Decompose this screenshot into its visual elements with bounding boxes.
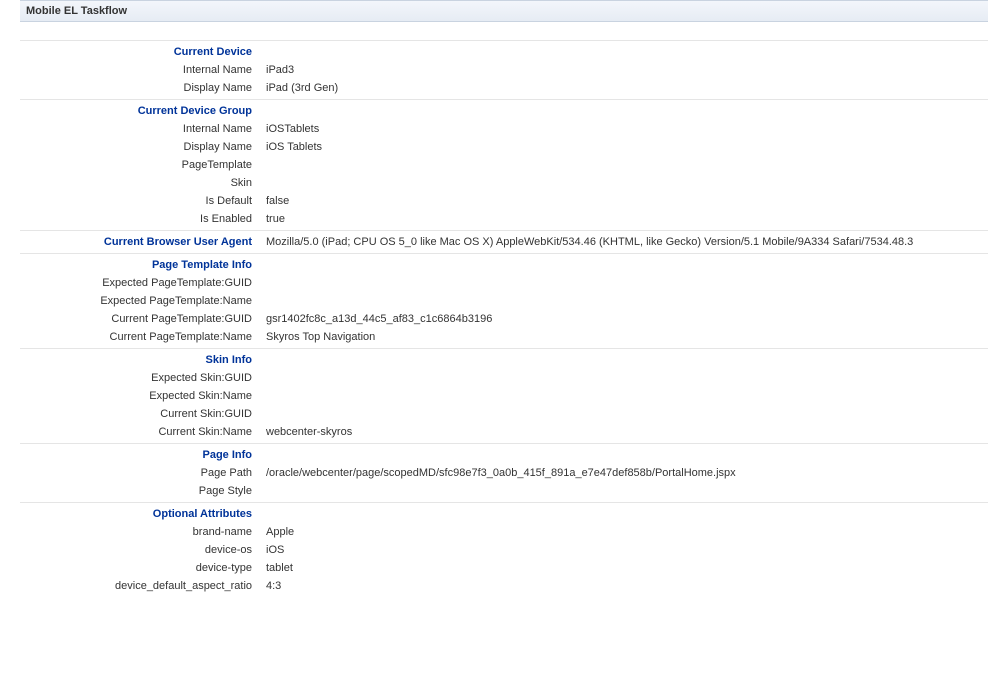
label-expected-skin-name: Expected Skin:Name bbox=[20, 387, 262, 405]
heading-skin-info: Skin Info bbox=[20, 351, 262, 369]
value-current-skin-name: webcenter-skyros bbox=[262, 423, 988, 441]
label-page-style: Page Style bbox=[20, 482, 262, 500]
value-aspect-ratio: 4:3 bbox=[262, 577, 988, 595]
value-device-os: iOS bbox=[262, 541, 988, 559]
section-current-device-group: Current Device Group Internal Name iOSTa… bbox=[20, 99, 988, 230]
section-page-template-info: Page Template Info Expected PageTemplate… bbox=[20, 253, 988, 348]
value-page-path: /oracle/webcenter/page/scopedMD/sfc98e7f… bbox=[262, 464, 988, 482]
label-current-pt-guid: Current PageTemplate:GUID bbox=[20, 310, 262, 328]
value-device-type: tablet bbox=[262, 559, 988, 577]
label-display-name: Display Name bbox=[20, 79, 262, 97]
label-current-skin-guid: Current Skin:GUID bbox=[20, 405, 262, 423]
label-internal-name: Internal Name bbox=[20, 61, 262, 79]
value-group-is-enabled: true bbox=[262, 210, 988, 228]
title-bar: Mobile EL Taskflow bbox=[20, 0, 988, 22]
label-group-page-template: PageTemplate bbox=[20, 156, 262, 174]
label-group-is-default: Is Default bbox=[20, 192, 262, 210]
heading-optional-attributes: Optional Attributes bbox=[20, 505, 262, 523]
label-brand-name: brand-name bbox=[20, 523, 262, 541]
heading-user-agent: Current Browser User Agent bbox=[20, 233, 262, 251]
section-page-info: Page Info Page Path /oracle/webcenter/pa… bbox=[20, 443, 988, 502]
label-group-is-enabled: Is Enabled bbox=[20, 210, 262, 228]
heading-page-template-info: Page Template Info bbox=[20, 256, 262, 274]
value-user-agent: Mozilla/5.0 (iPad; CPU OS 5_0 like Mac O… bbox=[262, 233, 988, 251]
section-user-agent: Current Browser User Agent Mozilla/5.0 (… bbox=[20, 230, 988, 253]
label-device-os: device-os bbox=[20, 541, 262, 559]
value-group-display-name: iOS Tablets bbox=[262, 138, 988, 156]
value-current-pt-guid: gsr1402fc8c_a13d_44c5_af83_c1c6864b3196 bbox=[262, 310, 988, 328]
label-expected-pt-guid: Expected PageTemplate:GUID bbox=[20, 274, 262, 292]
value-current-pt-name: Skyros Top Navigation bbox=[262, 328, 988, 346]
heading-current-device-group: Current Device Group bbox=[20, 102, 262, 120]
label-current-pt-name: Current PageTemplate:Name bbox=[20, 328, 262, 346]
label-group-display-name: Display Name bbox=[20, 138, 262, 156]
value-display-name: iPad (3rd Gen) bbox=[262, 79, 988, 97]
value-group-internal-name: iOSTablets bbox=[262, 120, 988, 138]
value-brand-name: Apple bbox=[262, 523, 988, 541]
section-skin-info: Skin Info Expected Skin:GUID Expected Sk… bbox=[20, 348, 988, 443]
heading-current-device: Current Device bbox=[20, 43, 262, 61]
label-device-type: device-type bbox=[20, 559, 262, 577]
value-internal-name: iPad3 bbox=[262, 61, 988, 79]
heading-page-info: Page Info bbox=[20, 446, 262, 464]
label-group-skin: Skin bbox=[20, 174, 262, 192]
label-aspect-ratio: device_default_aspect_ratio bbox=[20, 577, 262, 595]
label-group-internal-name: Internal Name bbox=[20, 120, 262, 138]
section-optional-attributes: Optional Attributes brand-name Apple dev… bbox=[20, 502, 988, 597]
section-current-device: Current Device Internal Name iPad3 Displ… bbox=[20, 40, 988, 99]
label-expected-skin-guid: Expected Skin:GUID bbox=[20, 369, 262, 387]
label-current-skin-name: Current Skin:Name bbox=[20, 423, 262, 441]
value-group-is-default: false bbox=[262, 192, 988, 210]
label-expected-pt-name: Expected PageTemplate:Name bbox=[20, 292, 262, 310]
label-page-path: Page Path bbox=[20, 464, 262, 482]
